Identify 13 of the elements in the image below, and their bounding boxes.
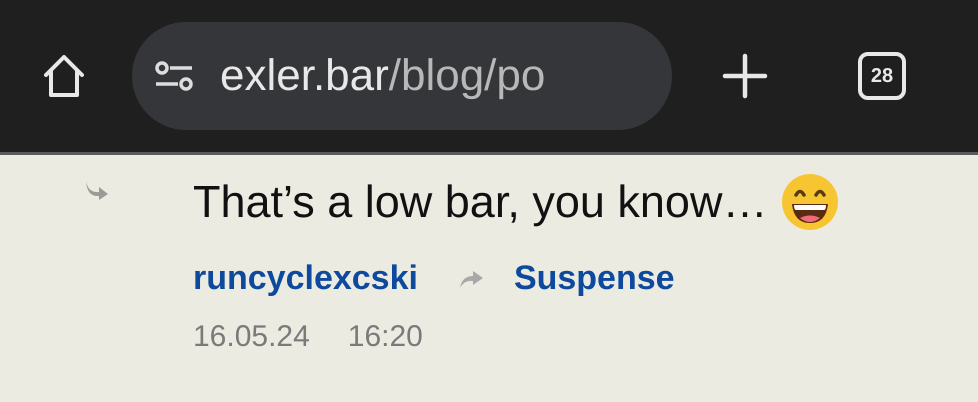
grinning-face-icon — [781, 173, 840, 231]
comment-time: 16:20 — [348, 320, 423, 354]
reply-arrow-icon — [458, 268, 484, 288]
author-link[interactable]: runcyclexcski — [193, 259, 418, 298]
new-tab-icon[interactable] — [722, 53, 768, 99]
comment-text: That’s a low bar, you know… — [193, 176, 768, 228]
tab-count-button[interactable]: 28 — [858, 52, 906, 100]
reply-arrow-icon — [83, 179, 109, 201]
home-icon[interactable] — [42, 53, 86, 99]
site-settings-icon[interactable] — [154, 60, 194, 92]
comment-date: 16.05.24 — [193, 320, 310, 354]
address-bar[interactable]: exler.bar/blog/po — [132, 22, 672, 130]
reply-to-link[interactable]: Suspense — [514, 259, 675, 298]
